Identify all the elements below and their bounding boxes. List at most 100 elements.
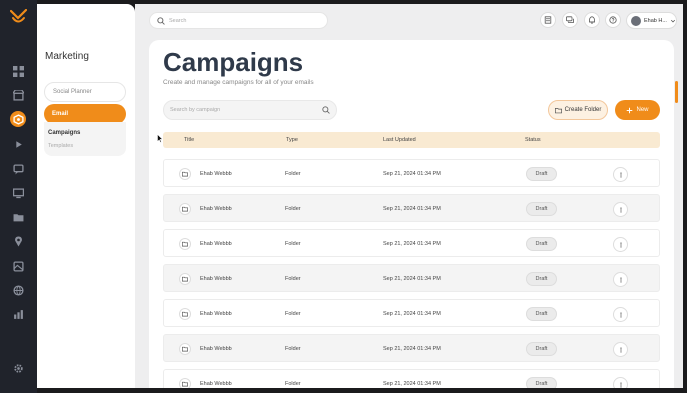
page-title: Campaigns: [163, 47, 304, 77]
status-badge: Draft: [526, 272, 557, 286]
search-icon: [322, 106, 330, 114]
page-scrollbar[interactable]: [675, 81, 678, 103]
table-row[interactable]: Ehab Webbb Folder Sep 21, 2024 01:34 PM Dra…: [163, 194, 660, 222]
more-vertical-icon: [619, 346, 622, 353]
more-vertical-icon: [619, 171, 622, 178]
row-more-button[interactable]: [613, 272, 628, 287]
row-last-updated: Sep 21, 2024 01:34 PM: [383, 206, 441, 212]
building-icon: [544, 16, 552, 24]
messages-button[interactable]: [562, 12, 578, 28]
building-button[interactable]: [540, 12, 556, 28]
column-header-status[interactable]: Status: [525, 137, 541, 143]
row-title[interactable]: Ehab Webbb: [200, 206, 232, 212]
column-header-type[interactable]: Type: [286, 137, 298, 143]
location-icon[interactable]: [11, 234, 25, 248]
dashboard-icon[interactable]: [11, 64, 25, 78]
table-row[interactable]: Ehab Webbb Folder Sep 21, 2024 01:34 PM Dra…: [163, 229, 660, 257]
bell-icon: [589, 16, 595, 24]
global-search-placeholder: Search: [169, 17, 187, 24]
status-badge: Draft: [526, 307, 557, 321]
row-title[interactable]: Ehab Webbb: [200, 171, 232, 177]
more-vertical-icon: [619, 381, 622, 388]
table-row[interactable]: Ehab Webbb Folder Sep 21, 2024 01:34 PM Dra…: [163, 299, 660, 327]
campaign-search-input[interactable]: Search by campaign: [163, 100, 337, 120]
row-last-updated: Sep 21, 2024 01:34 PM: [383, 171, 441, 177]
create-folder-button[interactable]: Create Folder: [548, 100, 608, 120]
row-type: Folder: [285, 311, 301, 317]
sidebar-item-email[interactable]: Email: [44, 104, 126, 124]
folder-icon: [179, 378, 191, 388]
row-title[interactable]: Ehab Webbb: [200, 381, 232, 387]
settings-icon[interactable]: [11, 361, 25, 375]
table-row[interactable]: Ehab Webbb Folder Sep 21, 2024 01:34 PM Dra…: [163, 369, 660, 388]
store-icon[interactable]: [11, 88, 25, 102]
user-menu[interactable]: Ehab H...: [626, 12, 677, 29]
row-title[interactable]: Ehab Webbb: [200, 241, 232, 247]
email-submenu: Campaigns Templates: [44, 122, 126, 156]
table-row[interactable]: Ehab Webbb Folder Sep 21, 2024 01:34 PM Dra…: [163, 159, 660, 187]
row-title[interactable]: Ehab Webbb: [200, 311, 232, 317]
folder-icon: [179, 308, 191, 320]
globe-icon[interactable]: [11, 283, 25, 297]
monitor-icon[interactable]: [11, 186, 25, 200]
global-search-input[interactable]: Search: [149, 12, 328, 29]
user-name: Ehab H...: [644, 17, 667, 24]
notifications-button[interactable]: [584, 12, 600, 28]
more-vertical-icon: [619, 311, 622, 318]
new-button[interactable]: New: [615, 100, 660, 120]
row-last-updated: Sep 21, 2024 01:34 PM: [383, 276, 441, 282]
media-icon[interactable]: [11, 259, 25, 273]
row-type: Folder: [285, 241, 301, 247]
row-more-button[interactable]: [613, 167, 628, 182]
table-row[interactable]: Ehab Webbb Folder Sep 21, 2024 01:34 PM Dra…: [163, 334, 660, 362]
row-title[interactable]: Ehab Webbb: [200, 276, 232, 282]
table-row[interactable]: Ehab Webbb Folder Sep 21, 2024 01:34 PM Dra…: [163, 264, 660, 292]
row-more-button[interactable]: [613, 342, 628, 357]
panel-title: Marketing: [45, 51, 89, 62]
marketing-panel: Marketing Social Planner Email Campaigns…: [37, 4, 135, 388]
plus-icon: [627, 107, 633, 113]
row-more-button[interactable]: [613, 202, 628, 217]
folder-icon: [179, 168, 191, 180]
row-more-button[interactable]: [613, 237, 628, 252]
submenu-item-templates[interactable]: Templates: [48, 143, 73, 149]
more-vertical-icon: [619, 276, 622, 283]
messages-icon: [566, 16, 574, 23]
help-icon: [609, 16, 617, 24]
row-more-button[interactable]: [613, 377, 628, 388]
brand-logo-icon[interactable]: [10, 9, 27, 25]
folder-icon: [179, 238, 191, 250]
mouse-cursor-icon: [157, 134, 163, 143]
row-more-button[interactable]: [613, 307, 628, 322]
status-badge: Draft: [526, 342, 557, 356]
marketing-icon[interactable]: [10, 111, 26, 127]
column-header-title[interactable]: Title: [184, 137, 194, 143]
row-type: Folder: [285, 171, 301, 177]
search-icon: [157, 16, 165, 25]
page-subtitle: Create and manage campaigns for all of y…: [163, 79, 314, 86]
submenu-item-campaigns[interactable]: Campaigns: [48, 130, 80, 136]
chat-icon[interactable]: [11, 162, 25, 176]
more-vertical-icon: [619, 206, 622, 213]
chevron-down-icon: [670, 19, 676, 22]
create-folder-label: Create Folder: [564, 107, 602, 113]
new-label: New: [636, 107, 649, 113]
folder-icon: [179, 343, 191, 355]
row-title[interactable]: Ehab Webbb: [200, 346, 232, 352]
row-type: Folder: [285, 276, 301, 282]
help-button[interactable]: [605, 12, 621, 28]
status-badge: Draft: [526, 377, 557, 388]
campaigns-card: Campaigns Create and manage campaigns fo…: [149, 40, 674, 388]
status-badge: Draft: [526, 237, 557, 251]
row-last-updated: Sep 21, 2024 01:34 PM: [383, 381, 441, 387]
app-rail: [0, 0, 37, 393]
row-type: Folder: [285, 381, 301, 387]
chart-icon[interactable]: [11, 307, 25, 321]
row-type: Folder: [285, 346, 301, 352]
play-icon[interactable]: [11, 137, 25, 151]
folder-icon: [179, 203, 191, 215]
folder-icon[interactable]: [11, 210, 25, 224]
avatar: [631, 15, 641, 26]
sidebar-item-social-planner[interactable]: Social Planner: [44, 82, 126, 102]
column-header-last-updated[interactable]: Last Updated: [383, 137, 416, 143]
